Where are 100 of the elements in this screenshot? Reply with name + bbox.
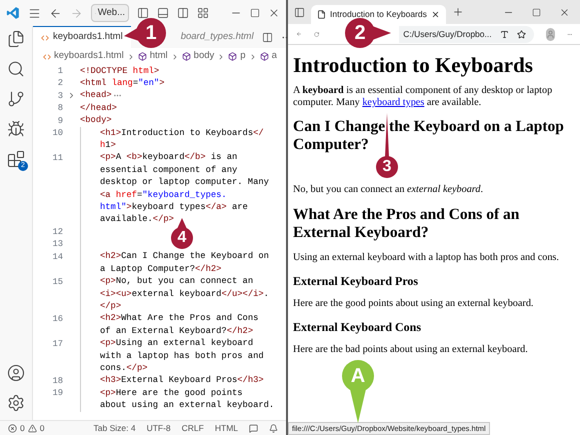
subsection-heading: External Keyboard Pros	[293, 274, 420, 288]
paragraph: Using an external keyboard with a laptop has both pros and cons.	[293, 252, 560, 264]
error-icon	[8, 424, 17, 432]
code-line: a Laptop Computer?</h2>	[100, 262, 222, 276]
code-line: <i><u>external keyboard</u></i>.	[100, 288, 269, 301]
line-number: 12	[52, 227, 63, 238]
browser-tab[interactable]: Introduction to Keyboards	[311, 5, 446, 24]
pin-callout: A	[342, 360, 374, 423]
status-item[interactable]: Tab Size: 4	[94, 422, 136, 434]
html-file-icon	[41, 34, 49, 42]
breadcrumb-item[interactable]: a	[272, 49, 277, 64]
tab-actions-icon[interactable]	[294, 6, 305, 18]
code-line: <h3>External Keyboard Pros</h3>	[100, 374, 264, 388]
status-item[interactable]: CRLF	[182, 422, 204, 434]
code-line: about using an external keyboard.	[100, 399, 274, 412]
split-layout-icon[interactable]	[177, 7, 189, 19]
maximize-icon[interactable]	[532, 8, 541, 16]
line-number: 9	[58, 116, 63, 126]
code-line: <body>	[80, 114, 112, 128]
line-number: 2	[58, 78, 63, 88]
menu-icon[interactable]	[28, 6, 41, 20]
editor-tab[interactable]: keyboards1.html	[33, 26, 131, 48]
split-editor-icon[interactable]	[262, 32, 273, 42]
subsection-heading: External Keyboard Cons	[293, 320, 422, 334]
step-callout: 2	[345, 18, 391, 48]
step-callout: 4	[171, 218, 193, 249]
explorer-icon[interactable]	[7, 30, 25, 48]
account-icon[interactable]	[7, 364, 25, 382]
code-line: available.</p>	[100, 213, 174, 226]
bell-icon[interactable]	[269, 424, 278, 432]
settings-icon[interactable]	[7, 394, 25, 412]
keyboard-types-link[interactable]: keyboard types	[362, 97, 424, 108]
line-number: 16	[52, 314, 63, 324]
extensions-icon[interactable]	[7, 150, 25, 168]
line-number: 15	[52, 276, 63, 287]
feedback-icon[interactable]	[249, 424, 258, 432]
code-line: desktop or laptop computer. Many	[100, 176, 269, 190]
code-line: of an External Keyboard?</h2>	[100, 324, 254, 338]
status-item[interactable]: HTML	[214, 422, 238, 434]
line-number: 3	[58, 90, 63, 101]
debug-icon[interactable]	[7, 120, 25, 138]
panel-toggle-icon[interactable]	[157, 7, 169, 19]
code-line: h1>	[100, 138, 116, 152]
line-number: 14	[52, 252, 63, 262]
close-icon[interactable]	[559, 6, 570, 18]
close-icon[interactable]	[268, 7, 280, 19]
fold-chevron-icon[interactable]	[67, 91, 76, 100]
status-item[interactable]: UTF-8	[146, 422, 171, 434]
section-heading: Can I Change the Keyboard on a Laptop Computer?	[293, 118, 565, 154]
favorites-icon[interactable]	[516, 30, 526, 38]
paragraph: No, but you can connect an external keyboard.	[293, 184, 484, 196]
line-number: 19	[52, 388, 63, 398]
code-line: <p>A <b>keyboard</b> is an	[100, 151, 238, 164]
line-number: 17	[52, 338, 63, 349]
error-count[interactable]: 0	[20, 422, 25, 434]
element-icon	[228, 52, 238, 61]
line-number: 18	[52, 376, 63, 386]
code-line: </head>	[80, 102, 117, 115]
search-text: Web...	[98, 6, 125, 20]
sidebar-toggle-icon[interactable]	[137, 7, 149, 19]
code-line: with a laptop has both pros and	[100, 350, 264, 363]
breadcrumb-item[interactable]: body	[194, 49, 214, 64]
editor-tab[interactable]: board_types.html	[172, 26, 262, 48]
read-aloud-icon[interactable]	[500, 30, 509, 38]
line-number: 8	[58, 103, 63, 114]
code-line: <p>Here are the good points	[100, 386, 243, 400]
new-tab-icon[interactable]	[452, 6, 464, 18]
paragraph: A keyboard is an essential component of any desktop or laptop computer. Many keyboard types are available.	[293, 85, 554, 109]
page-heading: Introduction to Keyboards	[293, 53, 534, 77]
paragraph: Here are the bad points about using an external keyboard.	[293, 344, 529, 356]
line-number: 10	[52, 128, 63, 138]
code-line: <head>	[80, 89, 112, 102]
layout-icon[interactable]	[197, 7, 209, 19]
warning-icon	[28, 424, 37, 432]
code-line: <!DOCTYPE html>	[80, 65, 160, 78]
breadcrumb-item[interactable]: html	[150, 49, 168, 64]
maximize-icon[interactable]	[250, 8, 260, 18]
page-icon	[317, 10, 326, 19]
paragraph: Here are the good points about using an external keyboard.	[293, 298, 534, 310]
line-number: 11	[52, 152, 63, 163]
code-line: <h2>What Are the Pros and Cons	[100, 312, 258, 326]
line-number: 13	[52, 239, 63, 250]
code-line: <h1>Introduction to Keyboards</	[100, 126, 264, 140]
breadcrumb-item[interactable]: p	[240, 49, 246, 64]
profile-avatar[interactable]	[546, 28, 555, 40]
close-tab-icon[interactable]	[431, 10, 440, 19]
code-line: <p>Using an external keyboard	[100, 337, 254, 350]
warning-count[interactable]: 0	[40, 422, 44, 434]
breadcrumb-item[interactable]: keyboards1.html	[54, 49, 124, 64]
address-bar[interactable]: C:/Users/Guy/Dropbo...	[399, 26, 534, 42]
element-icon	[182, 52, 191, 61]
vscode-logo-icon	[6, 6, 20, 20]
line-number: 1	[58, 66, 63, 76]
step-callout: 1	[124, 18, 166, 48]
code-line: </p>	[100, 300, 122, 314]
back-icon[interactable]	[49, 6, 62, 20]
branch-icon[interactable]	[7, 90, 25, 108]
command-search-field[interactable]: Web...	[91, 4, 129, 22]
code-line: cons.</p>	[100, 362, 148, 375]
code-line: <p>No, but you can connect an	[100, 275, 254, 288]
